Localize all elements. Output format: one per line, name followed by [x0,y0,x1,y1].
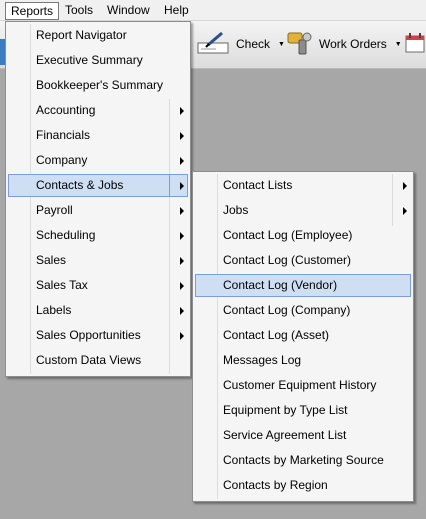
chevron-down-icon: ▼ [394,40,402,48]
submenu-arrow-icon [180,132,184,140]
chevron-down-icon: ▼ [278,40,285,48]
calendar-button[interactable] [404,31,426,57]
submenu-arrow-icon [180,157,184,165]
menu-item-equipment-by-type-list[interactable]: Equipment by Type List [195,399,411,422]
menu-item-label: Equipment by Type List [223,403,348,417]
menu-item-label: Service Agreement List [223,428,347,442]
menu-item-label: Scheduling [36,228,96,242]
work-orders-button-label: Work Orders [319,37,387,51]
menu-reports[interactable]: Reports [5,2,60,20]
menu-item-label: Contacts by Region [223,478,328,492]
reports-menu: Report Navigator Executive Summary Bookk… [5,21,191,377]
menu-item-label: Payroll [36,203,73,217]
menu-item-label: Contact Log (Employee) [223,228,353,242]
menu-bar: Reports Tools Window Help [0,0,426,21]
menu-item-label: Contacts & Jobs [36,178,124,192]
menu-help[interactable]: Help [159,2,194,20]
menu-tools[interactable]: Tools [60,2,98,20]
menu-item-sales-tax[interactable]: Sales Tax [8,274,188,297]
menu-item-contact-log-customer[interactable]: Contact Log (Customer) [195,249,411,272]
menu-item-label: Contact Log (Vendor) [223,278,338,292]
menu-item-label: Executive Summary [36,53,143,67]
menu-item-labels[interactable]: Labels [8,299,188,322]
menu-item-label: Company [36,153,88,167]
menu-item-label: Bookkeeper's Summary [36,78,164,92]
contacts-jobs-submenu: Contact Lists Jobs Contact Log (Employee… [192,171,414,502]
submenu-arrow-icon [180,332,184,340]
menu-item-label: Sales Opportunities [36,328,141,342]
check-button[interactable]: Check ▼ [196,31,285,57]
menu-item-label: Messages Log [223,353,302,367]
menu-item-label: Contact Log (Customer) [223,253,352,267]
check-pen-icon [196,31,232,58]
menu-item-label: Report Navigator [36,28,127,42]
menu-item-bookkeepers-summary[interactable]: Bookkeeper's Summary [8,74,188,97]
menu-item-contact-log-company[interactable]: Contact Log (Company) [195,299,411,322]
menu-item-scheduling[interactable]: Scheduling [8,224,188,247]
menu-item-contact-log-employee[interactable]: Contact Log (Employee) [195,224,411,247]
menu-item-label: Custom Data Views [36,353,142,367]
submenu-arrow-icon [180,307,184,315]
menu-item-jobs[interactable]: Jobs [195,199,411,222]
menu-item-label: Contact Log (Company) [223,303,351,317]
wrench-icon [285,30,315,59]
menu-item-custom-data-views[interactable]: Custom Data Views [8,349,188,372]
menu-item-financials[interactable]: Financials [8,124,188,147]
menu-item-label: Contact Lists [223,178,293,192]
menu-item-label: Sales Tax [36,278,88,292]
menu-item-contact-lists[interactable]: Contact Lists [195,174,411,197]
submenu-arrow-box [169,175,187,196]
menu-item-label: Contact Log (Asset) [223,328,330,342]
submenu-arrow-icon [180,182,184,190]
menu-item-contacts-by-marketing-source[interactable]: Contacts by Marketing Source [195,449,411,472]
submenu-arrow-icon [180,107,184,115]
calendar-icon [404,30,426,59]
submenu-arrow-icon [180,282,184,290]
submenu-arrow-icon [180,257,184,265]
submenu-arrow-icon [403,207,407,215]
menu-item-company[interactable]: Company [8,149,188,172]
menu-item-label: Contacts by Marketing Source [223,453,384,467]
menu-item-label: Sales [36,253,67,267]
menu-window[interactable]: Window [102,2,155,20]
submenu-arrow-icon [180,207,184,215]
menu-item-messages-log[interactable]: Messages Log [195,349,411,372]
menu-item-service-agreement-list[interactable]: Service Agreement List [195,424,411,447]
menu-item-contact-log-vendor[interactable]: Contact Log (Vendor) [195,274,411,297]
work-orders-button[interactable]: Work Orders ▼ [285,31,402,57]
menu-item-label: Financials [36,128,91,142]
submenu-arrow-icon [180,232,184,240]
menu-item-contact-log-asset[interactable]: Contact Log (Asset) [195,324,411,347]
menu-item-label: Jobs [223,203,249,217]
menu-item-executive-summary[interactable]: Executive Summary [8,49,188,72]
menu-item-contacts-by-region[interactable]: Contacts by Region [195,474,411,497]
check-button-label: Check [236,37,271,51]
menu-item-label: Customer Equipment History [223,378,377,392]
menu-item-contacts-jobs[interactable]: Contacts & Jobs [8,174,188,197]
menu-item-customer-equipment-history[interactable]: Customer Equipment History [195,374,411,397]
menu-item-label: Accounting [36,103,96,117]
menu-item-sales[interactable]: Sales [8,249,188,272]
menu-item-sales-opportunities[interactable]: Sales Opportunities [8,324,188,347]
submenu-arrow-icon [403,182,407,190]
menu-item-payroll[interactable]: Payroll [8,199,188,222]
menu-item-report-navigator[interactable]: Report Navigator [8,24,188,47]
menu-item-accounting[interactable]: Accounting [8,99,188,122]
menu-item-label: Labels [36,303,72,317]
